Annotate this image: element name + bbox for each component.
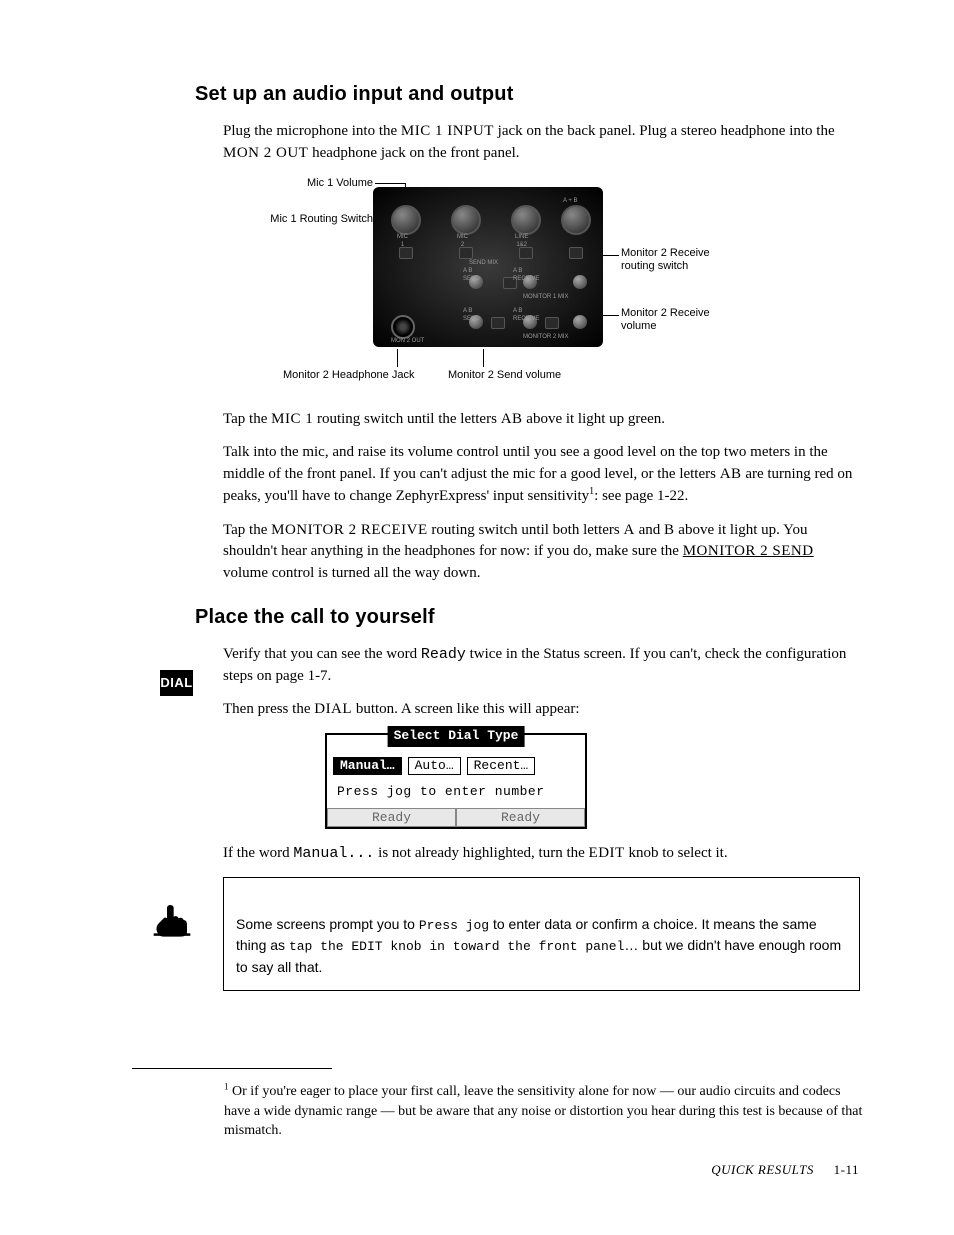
routing-btn bbox=[399, 247, 413, 259]
label-a: A bbox=[624, 522, 635, 538]
text: routing switch until the letters bbox=[313, 411, 500, 427]
label-mon2-out: MON 2 OUT bbox=[223, 145, 308, 161]
label-ab: AB bbox=[501, 411, 523, 427]
panel-label: A + B bbox=[563, 197, 578, 206]
panel-label: A B SEND bbox=[463, 307, 480, 324]
para-plug: Plug the microphone into the MIC 1 INPUT… bbox=[223, 121, 860, 165]
text: If the word bbox=[223, 845, 293, 861]
lcd-prompt: Press jog to enter number bbox=[327, 781, 585, 808]
label-b: B bbox=[664, 522, 675, 538]
callout-mon2-rx-volume: Monitor 2 Receive volume bbox=[621, 307, 751, 333]
para-tap-mon2: Tap the MONITOR 2 RECEIVE routing switch… bbox=[223, 520, 860, 585]
lcd-opt-auto: Auto… bbox=[408, 757, 461, 775]
para-verify-ready: Verify that you can see the word Ready t… bbox=[223, 644, 860, 688]
para-press-dial: Then press the DIAL button. A screen lik… bbox=[223, 699, 860, 721]
footer-section: QUICK RESULTS bbox=[711, 1162, 814, 1177]
page-footer: QUICK RESULTS 1-11 bbox=[711, 1161, 859, 1180]
knob-mic2 bbox=[451, 205, 481, 235]
label-edit: EDIT bbox=[589, 845, 625, 861]
dial-badge: DIAL bbox=[160, 670, 193, 696]
para-tap-mic1: Tap the MIC 1 routing switch until the l… bbox=[223, 409, 860, 431]
routing-btn bbox=[569, 247, 583, 259]
lcd-status-row: Ready Ready bbox=[327, 808, 585, 827]
label-mon2-send: MONITOR 2 SEND bbox=[683, 543, 814, 559]
routing-btn bbox=[491, 317, 505, 329]
label-mic1: MIC 1 bbox=[271, 411, 313, 427]
text: Then press the bbox=[223, 701, 314, 717]
text: knob to select it. bbox=[625, 845, 728, 861]
label-tap-edit: tap the EDIT knob in toward the front pa… bbox=[289, 939, 624, 954]
gutter-finger bbox=[152, 900, 185, 948]
heading-place-call: Place the call to yourself bbox=[195, 603, 860, 632]
text: and bbox=[635, 522, 664, 538]
text: Tap the bbox=[223, 411, 271, 427]
panel-label: MON 2 OUT bbox=[391, 337, 424, 346]
leader bbox=[397, 349, 398, 367]
panel-label: A B RECEIVE bbox=[513, 267, 539, 284]
text: Some screens prompt you to bbox=[236, 916, 419, 932]
heading-setup-audio: Set up an audio input and output bbox=[195, 80, 860, 109]
routing-btn bbox=[459, 247, 473, 259]
panel-label: A B SEND bbox=[463, 267, 480, 284]
pointing-finger-icon bbox=[152, 928, 192, 944]
text: above it light up green. bbox=[523, 411, 665, 427]
footnote-rule bbox=[132, 1068, 332, 1069]
tip-box: Some screens prompt you to Press jog to … bbox=[223, 877, 860, 991]
label-ready: Ready bbox=[421, 646, 466, 663]
lcd-title: Select Dial Type bbox=[388, 726, 525, 747]
knob-ab bbox=[561, 205, 591, 235]
figure-lcd: Select Dial Type Manual… Auto… Recent… P… bbox=[325, 733, 860, 829]
text: headphone jack on the front panel. bbox=[308, 145, 519, 161]
label-dial: DIAL bbox=[314, 701, 352, 717]
label-press-jog: Press jog bbox=[419, 918, 489, 933]
leader bbox=[375, 183, 405, 184]
text: routing switch until both letters bbox=[428, 522, 624, 538]
para-talk-mic: Talk into the mic, and raise its volume … bbox=[223, 442, 860, 507]
text: : see page 1-22. bbox=[594, 488, 688, 504]
page-content: Set up an audio input and output Plug th… bbox=[195, 80, 860, 991]
hardware-panel: MIC 1 MIC 2 LINE 1&2 A + B SEND MIX A B … bbox=[373, 187, 603, 347]
routing-btn bbox=[545, 317, 559, 329]
panel-label: MONITOR 1 MIX bbox=[523, 293, 569, 302]
text: button. A screen like this will appear: bbox=[352, 701, 579, 717]
knob-mic1 bbox=[391, 205, 421, 235]
panel-label: MONITOR 2 MIX bbox=[523, 333, 569, 342]
text: Plug the microphone into the bbox=[223, 123, 401, 139]
label-mon2-receive: MONITOR 2 RECEIVE bbox=[271, 522, 428, 538]
lcd-screen: Select Dial Type Manual… Auto… Recent… P… bbox=[325, 733, 587, 829]
para-manual-highlight: If the word Manual... is not already hig… bbox=[223, 843, 860, 865]
panel-label: A B RECEIVE bbox=[513, 307, 539, 324]
lcd-opt-recent: Recent… bbox=[467, 757, 536, 775]
label-mic1-input: MIC 1 INPUT bbox=[401, 123, 494, 139]
callout-mic1-routing: Mic 1 Routing Switch bbox=[255, 213, 373, 226]
text: is not already highlighted, turn the bbox=[374, 845, 588, 861]
callout-mon2-hp-jack: Monitor 2 Headphone Jack bbox=[283, 369, 443, 382]
knob-line bbox=[511, 205, 541, 235]
text: volume control is turned all the way dow… bbox=[223, 565, 480, 581]
leader bbox=[483, 349, 484, 367]
gutter-dial: DIAL bbox=[160, 670, 193, 696]
text: Verify that you can see the word bbox=[223, 646, 421, 662]
callout-mon2-rx-switch: Monitor 2 Receive routing switch bbox=[621, 247, 751, 273]
label-manual: Manual... bbox=[293, 845, 374, 862]
text: Tap the bbox=[223, 522, 271, 538]
mon2-jack bbox=[391, 315, 415, 339]
text: jack on the back panel. Plug a stereo he… bbox=[494, 123, 835, 139]
callout-mic1-volume: Mic 1 Volume bbox=[283, 177, 373, 190]
footnote-text: Or if you're eager to place your first c… bbox=[224, 1084, 862, 1138]
figure-panel: Mic 1 Volume Mic 1 Routing Switch Monito… bbox=[223, 177, 783, 387]
lcd-options: Manual… Auto… Recent… bbox=[327, 753, 585, 781]
lcd-status-left: Ready bbox=[327, 808, 456, 827]
lcd-status-right: Ready bbox=[456, 808, 585, 827]
footnote: 1 Or if you're eager to place your first… bbox=[224, 1082, 864, 1141]
callout-mon2-send-vol: Monitor 2 Send volume bbox=[448, 369, 608, 382]
smallknob bbox=[573, 315, 587, 329]
label-ab: AB bbox=[720, 466, 742, 482]
footer-page: 1-11 bbox=[834, 1162, 859, 1177]
lcd-opt-manual: Manual… bbox=[333, 757, 402, 775]
smallknob bbox=[573, 275, 587, 289]
routing-btn bbox=[519, 247, 533, 259]
